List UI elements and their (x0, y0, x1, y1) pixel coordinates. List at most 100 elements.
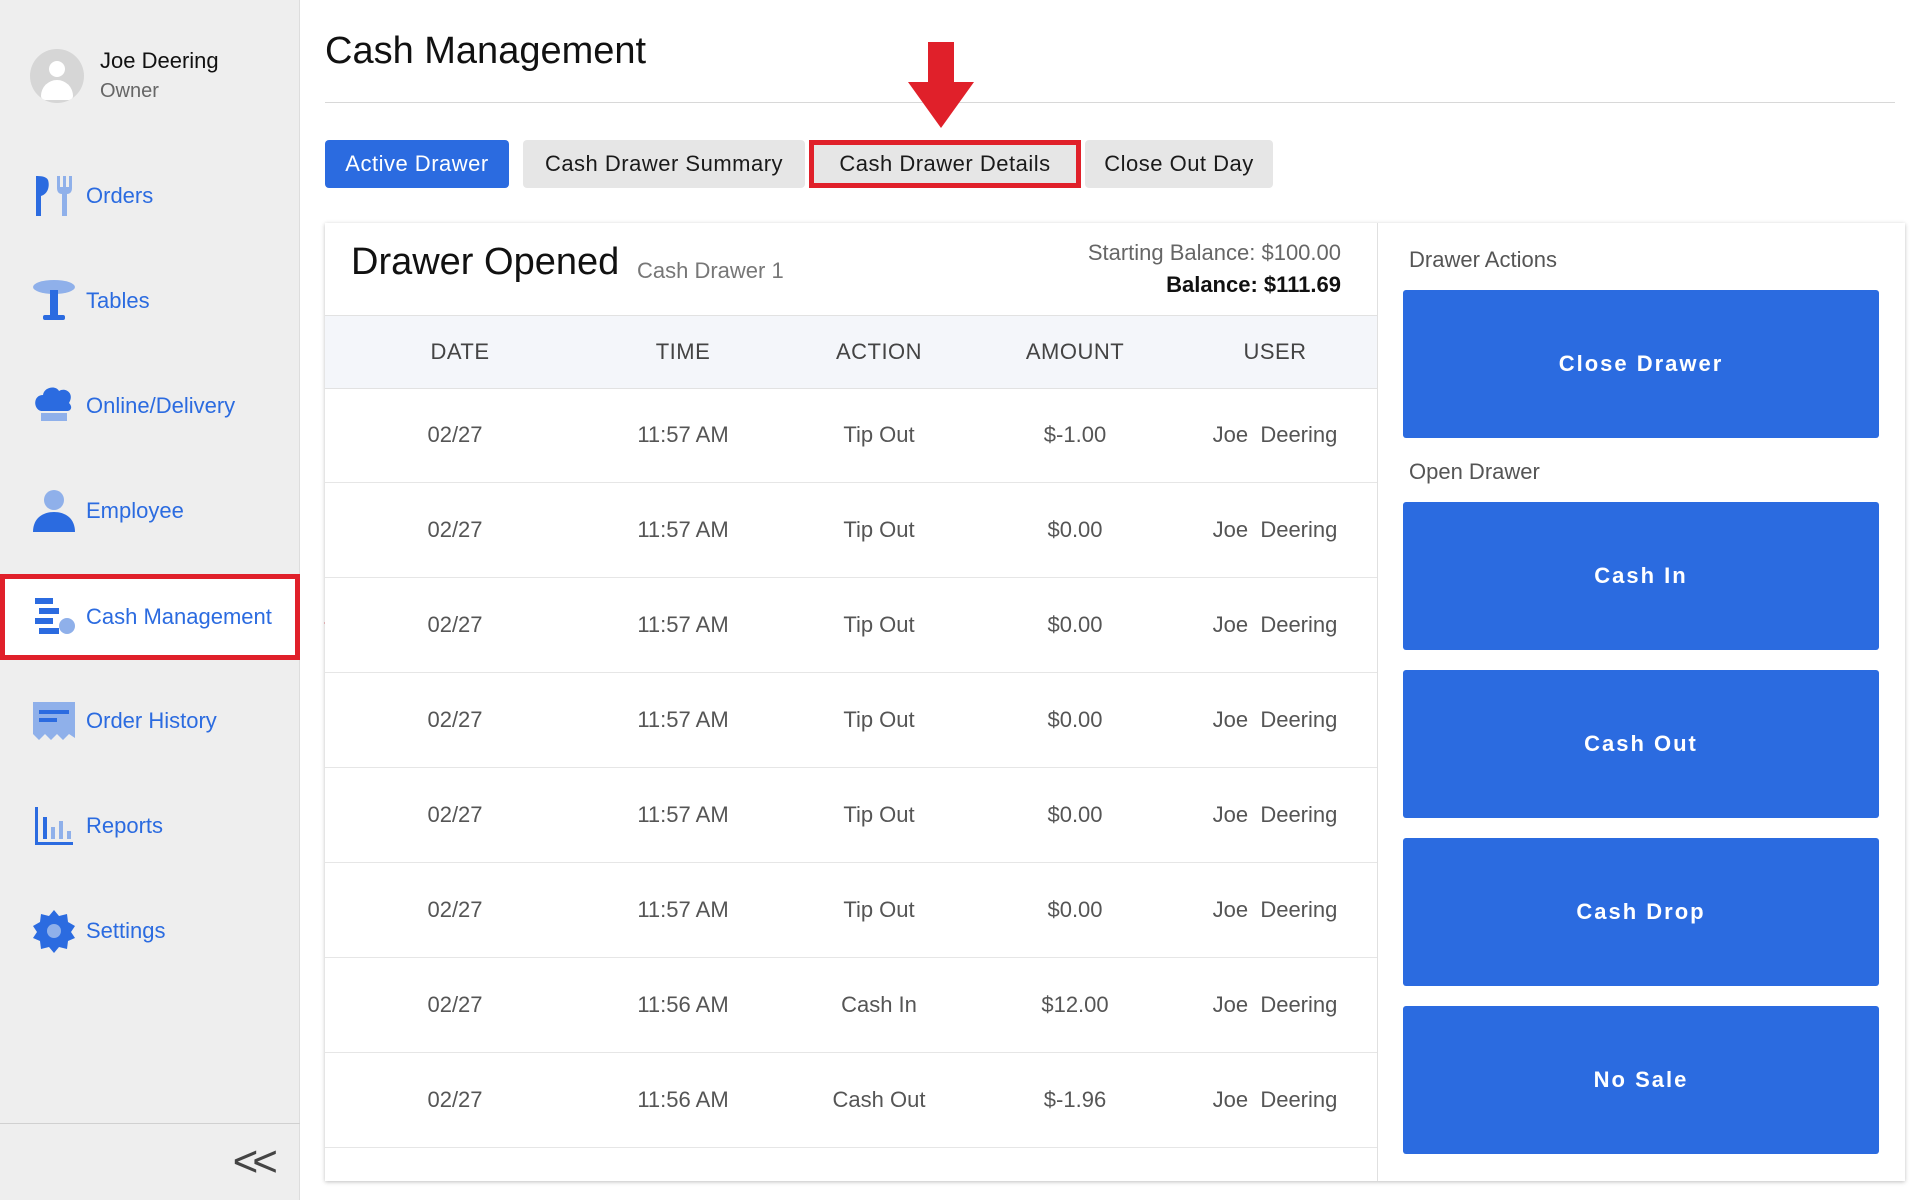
cell-user: Joe Deering (1212, 802, 1338, 827)
cell-action: Tip Out (843, 707, 915, 732)
cell-amount: $0.00 (1047, 802, 1103, 827)
column-header-amount: AMOUNT (1025, 339, 1125, 364)
annotation-arrow-down-icon (908, 42, 974, 128)
no-sale-button[interactable]: No Sale (1403, 1006, 1879, 1154)
cell-amount: $12.00 (1041, 992, 1109, 1017)
sidebar-item-online-delivery[interactable]: Online/Delivery (0, 364, 300, 448)
cell-user: Joe Deering (1212, 422, 1338, 447)
receipt-icon (26, 693, 82, 749)
tab-cash-drawer-summary[interactable]: Cash Drawer Summary (523, 140, 805, 188)
drawer-status: Drawer Opened (351, 241, 620, 283)
cell-time: 11:57 AM (637, 422, 729, 447)
close-drawer-button[interactable]: Close Drawer (1403, 290, 1879, 438)
drawer-panel: Drawer Opened Cash Drawer 1 Starting Bal… (325, 223, 1905, 1181)
sidebar-item-orders[interactable]: Orders (0, 154, 300, 238)
tab-close-out-day[interactable]: Close Out Day (1085, 140, 1273, 188)
table-row[interactable]: 02/27 11:57 AM Tip Out $0.00 Joe Deering (325, 483, 1377, 578)
chef-hat-icon (26, 378, 82, 434)
cell-amount: $0.00 (1047, 612, 1103, 637)
column-header-user: USER (1243, 339, 1307, 364)
sidebar-item-label: Order History (86, 708, 217, 733)
tab-cash-drawer-details[interactable]: Cash Drawer Details (809, 140, 1081, 188)
sidebar-item-settings[interactable]: Settings (0, 889, 300, 973)
cell-date: 02/27 (427, 422, 483, 447)
user-role: Owner (100, 80, 159, 102)
cell-user: Joe Deering (1212, 897, 1338, 922)
sidebar-item-label: Online/Delivery (86, 393, 236, 418)
cell-user: Joe Deering (1212, 707, 1338, 732)
sidebar-item-label: Settings (86, 918, 166, 943)
table-row[interactable]: 02/27 11:56 AM Cash In $12.00 Joe Deerin… (325, 958, 1377, 1053)
bar-chart-icon (26, 798, 82, 854)
column-header-action: ACTION (835, 339, 923, 364)
sidebar-item-label: Orders (86, 183, 154, 208)
sidebar-item-order-history[interactable]: Order History (0, 679, 300, 763)
sidebar: Joe Deering Owner Orders Tables Online/D… (0, 0, 300, 1200)
title-divider (325, 102, 1895, 103)
person-icon (26, 483, 82, 539)
user-name: Joe Deering (100, 48, 219, 73)
cell-date: 02/27 (427, 517, 483, 542)
cell-time: 11:57 AM (637, 802, 729, 827)
sidebar-item-label: Employee (86, 498, 184, 523)
sidebar-item-tables[interactable]: Tables (0, 259, 300, 343)
gear-icon (26, 903, 82, 959)
cell-user: Joe Deering (1212, 612, 1338, 637)
cell-time: 11:57 AM (637, 517, 729, 542)
cell-action: Tip Out (843, 422, 915, 447)
cash-out-button[interactable]: Cash Out (1403, 670, 1879, 818)
cell-date: 02/27 (427, 707, 483, 732)
table-row[interactable]: 02/27 11:57 AM Tip Out $0.00 Joe Deering (325, 863, 1377, 958)
sidebar-item-label: Reports (86, 813, 164, 838)
cell-time: 11:56 AM (637, 992, 729, 1017)
cell-amount: $0.00 (1047, 897, 1103, 922)
cell-action: Tip Out (843, 612, 915, 637)
drawer-actions-panel: Drawer Actions Close Drawer Open Drawer … (1377, 223, 1905, 1181)
cell-date: 02/27 (427, 992, 483, 1017)
column-header-time: TIME (655, 339, 711, 364)
sidebar-item-label: Cash Management (86, 604, 272, 629)
open-drawer-label: Open Drawer (1409, 459, 1540, 484)
cell-amount: $-1.96 (1043, 1087, 1107, 1112)
cell-time: 11:57 AM (637, 897, 729, 922)
cell-user: Joe Deering (1212, 1087, 1338, 1112)
page-title: Cash Management (325, 30, 647, 72)
sidebar-item-reports[interactable]: Reports (0, 784, 300, 868)
starting-balance: Starting Balance: $100.00 (1087, 240, 1341, 265)
table-row[interactable]: 02/27 11:57 AM Tip Out $0.00 Joe Deering (325, 578, 1377, 673)
transaction-list[interactable]: 02/27 11:57 AM Tip Out $-1.00 Joe Deerin… (325, 388, 1377, 1181)
table-row[interactable]: 02/27 11:57 AM Tip Out $0.00 Joe Deering (325, 673, 1377, 768)
column-header-date: DATE (430, 339, 490, 364)
drawer-name: Cash Drawer 1 (637, 258, 784, 283)
table-icon (26, 273, 82, 329)
table-row[interactable]: 02/27 11:56 AM Cash Out $-1.96 Joe Deeri… (325, 1053, 1377, 1148)
cash-management-icon (26, 589, 82, 645)
current-balance: Balance: $111.69 (1166, 272, 1341, 297)
table-row[interactable]: 02/27 11:57 AM Tip Out $0.00 Joe Deering (325, 768, 1377, 863)
table-row[interactable]: 02/27 11:57 AM Tip Out $-1.00 Joe Deerin… (325, 388, 1377, 483)
user-profile[interactable]: Joe Deering Owner (30, 40, 219, 112)
cell-amount: $0.00 (1047, 517, 1103, 542)
sidebar-item-employee[interactable]: Employee (0, 469, 300, 553)
cell-action: Cash Out (832, 1087, 926, 1112)
cell-time: 11:56 AM (637, 1087, 729, 1112)
cell-date: 02/27 (427, 612, 483, 637)
cell-action: Tip Out (843, 517, 915, 542)
cash-in-button[interactable]: Cash In (1403, 502, 1879, 650)
drawer-actions-label: Drawer Actions (1409, 247, 1557, 272)
cell-user: Joe Deering (1212, 992, 1338, 1017)
collapse-sidebar-button[interactable]: << (233, 1136, 278, 1188)
cell-date: 02/27 (427, 897, 483, 922)
cell-action: Cash In (841, 992, 917, 1017)
sidebar-item-label: Tables (86, 288, 150, 313)
cell-date: 02/27 (427, 1087, 483, 1112)
cell-time: 11:57 AM (637, 612, 729, 637)
cash-drop-button[interactable]: Cash Drop (1403, 838, 1879, 986)
cell-time: 11:57 AM (637, 707, 729, 732)
tab-active-drawer[interactable]: Active Drawer (325, 140, 509, 188)
drawer-details: Drawer Opened Cash Drawer 1 Starting Bal… (325, 223, 1378, 1181)
sidebar-item-cash-management[interactable]: Cash Management (0, 574, 300, 660)
cell-amount: $-1.00 (1043, 422, 1107, 447)
cell-amount: $0.00 (1047, 707, 1103, 732)
avatar (30, 49, 84, 103)
